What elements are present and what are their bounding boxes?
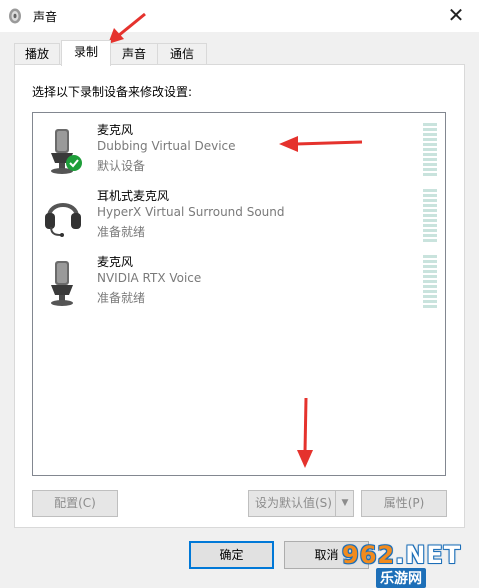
list-item-device[interactable]: 麦克风 Dubbing Virtual Device 默认设备 <box>33 117 445 183</box>
device-status: 准备就绪 <box>97 225 146 239</box>
tab-recording[interactable]: 录制 <box>61 40 111 66</box>
headset-icon <box>45 203 81 237</box>
properties-button[interactable]: 属性(P) <box>361 490 447 517</box>
list-item-device[interactable]: 麦克风 NVIDIA RTX Voice 准备就绪 <box>33 249 445 315</box>
microphone-icon <box>51 129 82 174</box>
level-meter <box>423 189 437 243</box>
ok-button[interactable]: 确定 <box>189 541 274 569</box>
close-button[interactable]: ✕ <box>433 0 479 32</box>
device-status: 准备就绪 <box>97 291 146 305</box>
watermark-logo: 962.NET 乐游网 <box>342 541 479 588</box>
device-description: HyperX Virtual Surround Sound <box>97 205 285 219</box>
tab-communications[interactable]: 通信 <box>157 43 207 64</box>
tab-label: 录制 <box>73 45 98 59</box>
level-meter <box>423 123 437 177</box>
title-bar: 声音 ✕ <box>0 0 479 32</box>
tab-playback[interactable]: 播放 <box>14 43 60 64</box>
recording-panel: 选择以下录制设备来修改设置: 麦克风 Dubbing Virtual Devic… <box>14 64 465 528</box>
device-list[interactable]: 麦克风 Dubbing Virtual Device 默认设备 耳机式麦克风 H… <box>32 112 446 476</box>
watermark-brand: 962.NET <box>342 541 462 569</box>
list-item-device[interactable]: 耳机式麦克风 HyperX Virtual Surround Sound 准备就… <box>33 183 445 249</box>
tab-label: 播放 <box>24 47 49 61</box>
microphone-icon <box>51 261 73 306</box>
tab-label: 通信 <box>169 47 194 61</box>
window-title: 声音 <box>33 10 58 24</box>
default-check-badge <box>66 155 82 171</box>
device-name: 麦克风 <box>97 255 134 269</box>
tab-label: 声音 <box>121 47 146 61</box>
speaker-icon <box>9 8 21 24</box>
instruction-text: 选择以下录制设备来修改设置: <box>32 85 193 99</box>
set-default-button[interactable]: 设为默认值(S) ▼ <box>248 490 354 517</box>
device-name: 麦克风 <box>97 123 134 137</box>
close-icon: ✕ <box>447 3 465 27</box>
set-default-label: 设为默认值(S) <box>255 496 332 510</box>
chevron-down-icon[interactable]: ▼ <box>335 491 354 516</box>
level-meter <box>423 255 437 309</box>
device-description: NVIDIA RTX Voice <box>97 271 202 285</box>
watermark-sub: 乐游网 <box>376 568 426 588</box>
device-description: Dubbing Virtual Device <box>97 139 236 153</box>
tab-sounds[interactable]: 声音 <box>110 43 158 64</box>
device-name: 耳机式麦克风 <box>97 189 170 203</box>
configure-button[interactable]: 配置(C) <box>32 490 118 517</box>
device-status: 默认设备 <box>97 159 146 173</box>
